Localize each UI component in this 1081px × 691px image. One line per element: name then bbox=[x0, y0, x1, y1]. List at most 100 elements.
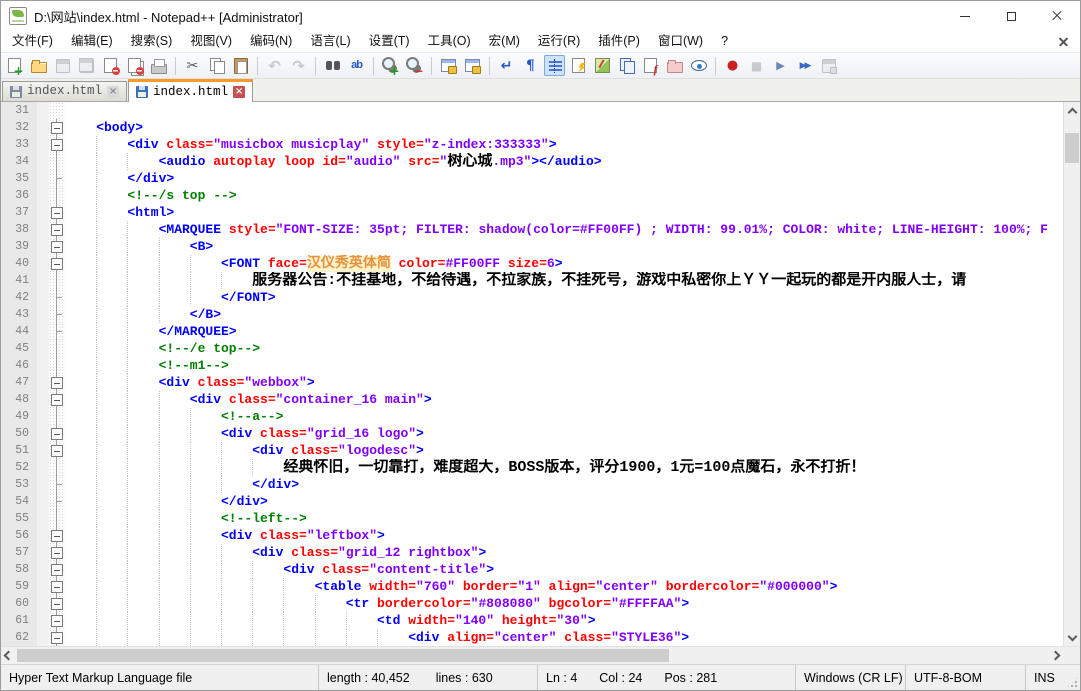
show-indent-guide-button[interactable] bbox=[544, 55, 565, 76]
macro-stop-button[interactable] bbox=[746, 55, 767, 76]
undo-button[interactable] bbox=[264, 55, 285, 76]
code-line[interactable]: 59<table width="760" border="1" align="c… bbox=[1, 578, 1063, 595]
line-number[interactable]: 51 bbox=[1, 442, 37, 459]
save-button[interactable] bbox=[52, 55, 73, 76]
bookmark-margin[interactable] bbox=[37, 493, 49, 510]
bookmark-margin[interactable] bbox=[37, 119, 49, 136]
horizontal-scrollbar[interactable] bbox=[1, 646, 1080, 664]
code-line[interactable]: 56<div class="leftbox"> bbox=[1, 527, 1063, 544]
bookmark-margin[interactable] bbox=[37, 476, 49, 493]
bookmark-margin[interactable] bbox=[37, 340, 49, 357]
bookmark-margin[interactable] bbox=[37, 442, 49, 459]
bookmark-margin[interactable] bbox=[37, 578, 49, 595]
notepadpp-app-icon[interactable] bbox=[9, 7, 27, 25]
code-line[interactable]: 31 bbox=[1, 102, 1063, 119]
vertical-scrollbar[interactable] bbox=[1063, 102, 1080, 646]
menu-item-tools[interactable]: 工具(O) bbox=[419, 31, 480, 52]
code-line[interactable]: 53</div> bbox=[1, 476, 1063, 493]
code-line[interactable]: 43</B> bbox=[1, 306, 1063, 323]
line-number[interactable]: 40 bbox=[1, 255, 37, 272]
code-line[interactable]: 62<div align="center" class="STYLE36"> bbox=[1, 629, 1063, 646]
bookmark-margin[interactable] bbox=[37, 510, 49, 527]
menu-item-plugins[interactable]: 插件(P) bbox=[589, 31, 649, 52]
line-number[interactable]: 32 bbox=[1, 119, 37, 136]
fold-marker[interactable] bbox=[49, 136, 65, 153]
menu-item-language[interactable]: 语言(L) bbox=[301, 31, 359, 52]
bookmark-margin[interactable] bbox=[37, 272, 49, 289]
bookmark-margin[interactable] bbox=[37, 204, 49, 221]
code-line[interactable]: 47<div class="webbox"> bbox=[1, 374, 1063, 391]
bookmark-margin[interactable] bbox=[37, 391, 49, 408]
bookmark-margin[interactable] bbox=[37, 255, 49, 272]
show-all-characters-button[interactable] bbox=[520, 55, 541, 76]
vertical-scroll-thumb[interactable] bbox=[1065, 133, 1079, 163]
user-defined-dialog-button[interactable] bbox=[568, 55, 589, 76]
bookmark-margin[interactable] bbox=[37, 374, 49, 391]
status-encoding[interactable]: UTF-8-BOM bbox=[906, 665, 1026, 690]
open-file-button[interactable] bbox=[28, 55, 49, 76]
minimize-button[interactable] bbox=[942, 1, 988, 31]
line-number[interactable]: 37 bbox=[1, 204, 37, 221]
folder-as-workspace-button[interactable] bbox=[664, 55, 685, 76]
line-number[interactable]: 41 bbox=[1, 272, 37, 289]
fold-marker[interactable] bbox=[49, 255, 65, 272]
line-number[interactable]: 31 bbox=[1, 102, 37, 119]
line-number[interactable]: 38 bbox=[1, 221, 37, 238]
close-button[interactable] bbox=[1034, 1, 1080, 31]
bookmark-margin[interactable] bbox=[37, 221, 49, 238]
bookmark-margin[interactable] bbox=[37, 136, 49, 153]
tab-close-icon[interactable]: × bbox=[233, 86, 245, 98]
code-line[interactable]: 54</div> bbox=[1, 493, 1063, 510]
line-number[interactable]: 60 bbox=[1, 595, 37, 612]
bookmark-margin[interactable] bbox=[37, 459, 49, 476]
menu-item-run[interactable]: 运行(R) bbox=[529, 31, 589, 52]
menubar-close-document-icon[interactable] bbox=[1059, 37, 1068, 46]
zoom-in-button[interactable] bbox=[380, 55, 401, 76]
maximize-button[interactable] bbox=[988, 1, 1034, 31]
function-list-button[interactable] bbox=[640, 55, 661, 76]
line-number[interactable]: 44 bbox=[1, 323, 37, 340]
scroll-right-button[interactable] bbox=[1051, 647, 1063, 664]
menu-item-window[interactable]: 窗口(W) bbox=[649, 31, 712, 52]
code-line[interactable]: 49<!--a--> bbox=[1, 408, 1063, 425]
copy-button[interactable] bbox=[206, 55, 227, 76]
bookmark-margin[interactable] bbox=[37, 306, 49, 323]
fold-marker[interactable] bbox=[49, 595, 65, 612]
document-switcher-button[interactable] bbox=[616, 55, 637, 76]
code-line[interactable]: 37<html> bbox=[1, 204, 1063, 221]
menu-item-settings[interactable]: 设置(T) bbox=[360, 31, 419, 52]
code-line[interactable]: 32<body> bbox=[1, 119, 1063, 136]
bookmark-margin[interactable] bbox=[37, 323, 49, 340]
close-file-button[interactable] bbox=[100, 55, 121, 76]
monitoring-button[interactable] bbox=[688, 55, 709, 76]
line-number[interactable]: 58 bbox=[1, 561, 37, 578]
line-number[interactable]: 50 bbox=[1, 425, 37, 442]
code-line[interactable]: 41服务器公告:不挂基地，不给待遇，不拉家族，不挂死号，游戏中私密你上ＹＹ一起玩… bbox=[1, 272, 1063, 289]
bookmark-margin[interactable] bbox=[37, 238, 49, 255]
bookmark-margin[interactable] bbox=[37, 527, 49, 544]
bookmark-margin[interactable] bbox=[37, 561, 49, 578]
zoom-out-button[interactable] bbox=[404, 55, 425, 76]
fold-marker[interactable] bbox=[49, 527, 65, 544]
code-line[interactable]: 55<!--left--> bbox=[1, 510, 1063, 527]
fold-marker[interactable] bbox=[49, 425, 65, 442]
tab-close-icon[interactable]: × bbox=[107, 86, 119, 98]
line-number[interactable]: 56 bbox=[1, 527, 37, 544]
bookmark-margin[interactable] bbox=[37, 153, 49, 170]
code-line[interactable]: 60<tr bordercolor="#808080" bgcolor="#FF… bbox=[1, 595, 1063, 612]
bookmark-margin[interactable] bbox=[37, 187, 49, 204]
cut-button[interactable] bbox=[182, 55, 203, 76]
line-number[interactable]: 34 bbox=[1, 153, 37, 170]
line-number[interactable]: 42 bbox=[1, 289, 37, 306]
bookmark-margin[interactable] bbox=[37, 595, 49, 612]
scroll-left-button[interactable] bbox=[1, 647, 13, 664]
fold-marker[interactable] bbox=[49, 391, 65, 408]
line-number[interactable]: 52 bbox=[1, 459, 37, 476]
vertical-scroll-track[interactable] bbox=[1064, 119, 1080, 629]
fold-marker[interactable] bbox=[49, 561, 65, 578]
sync-vertical-button[interactable] bbox=[438, 55, 459, 76]
paste-button[interactable] bbox=[230, 55, 251, 76]
bookmark-margin[interactable] bbox=[37, 170, 49, 187]
code-line[interactable]: 57<div class="grid_12 rightbox"> bbox=[1, 544, 1063, 561]
new-file-button[interactable] bbox=[4, 55, 25, 76]
